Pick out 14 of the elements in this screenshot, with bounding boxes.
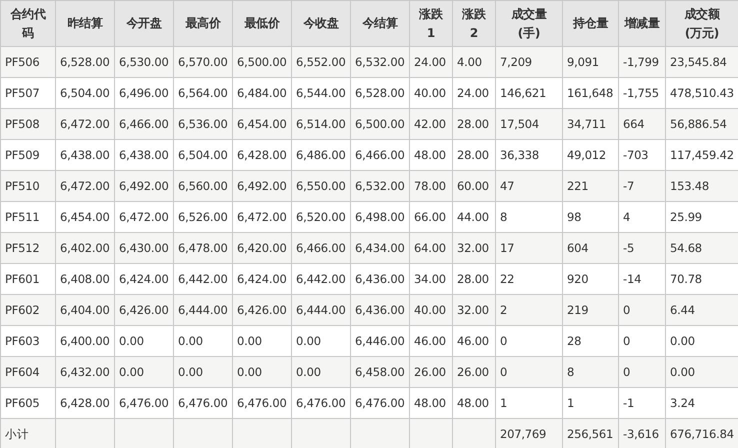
column-header: 涨跌2 [452,0,496,46]
column-header: 今收盘 [292,0,350,46]
column-header: 最低价 [232,0,292,46]
column-header: 今结算 [350,0,410,46]
column-header: 持仓量 [562,0,618,46]
column-header: 增减量 [618,0,666,46]
column-header: 涨跌1 [410,0,452,46]
column-header: 成交量(手) [496,0,562,46]
column-header: 成交额(万元) [666,0,738,46]
column-header: 最高价 [174,0,232,46]
table-cell: 小计 [0,418,56,448]
column-header: 昨结算 [56,0,114,46]
column-header: 合约代码 [0,0,56,46]
column-header: 今开盘 [114,0,174,46]
